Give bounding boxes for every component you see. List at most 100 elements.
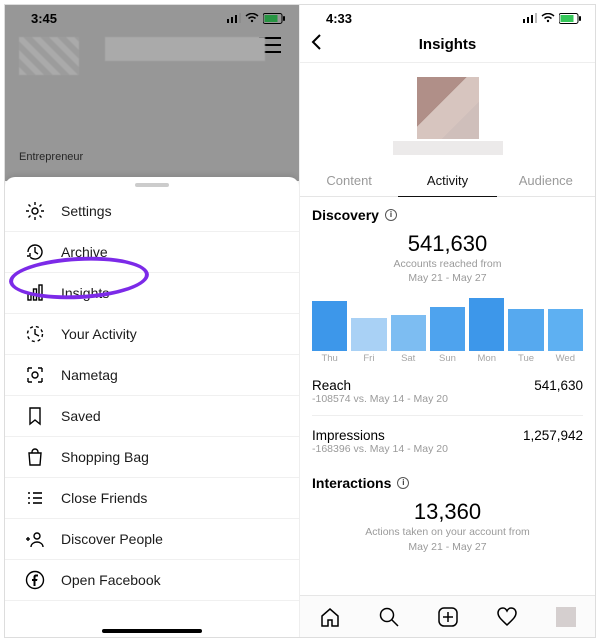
- menu-item-settings[interactable]: Settings: [5, 191, 299, 232]
- menu-item-label: Insights: [61, 285, 109, 301]
- interactions-header: Interactions i: [300, 465, 595, 495]
- battery-icon: [263, 13, 285, 24]
- menu-item-label: Your Activity: [61, 326, 137, 342]
- chart-bar-tue[interactable]: [508, 309, 543, 352]
- status-time: 4:33: [326, 11, 352, 26]
- chart-bar-thu[interactable]: [312, 301, 347, 351]
- chart-bar-sat[interactable]: [391, 315, 426, 351]
- add-person-icon: [25, 529, 45, 549]
- battery-icon: [559, 13, 581, 24]
- profile-name-blurred: [105, 37, 265, 61]
- clock-partial-icon: [25, 324, 45, 344]
- nav-profile[interactable]: [555, 606, 577, 628]
- home-indicator[interactable]: [102, 629, 202, 633]
- interactions-subtitle: Actions taken on your account fromMay 21…: [300, 525, 595, 553]
- impressions-row[interactable]: Impressions 1,257,942: [300, 420, 595, 443]
- tab-activity[interactable]: Activity: [398, 165, 496, 197]
- options-sheet: Settings Archive Insights Your Activity Name…: [5, 177, 299, 637]
- discovery-title: Discovery: [312, 207, 379, 223]
- status-icons: [227, 13, 285, 24]
- info-icon[interactable]: i: [397, 477, 409, 489]
- tab-content[interactable]: Content: [300, 165, 398, 197]
- menu-item-nametag[interactable]: Nametag: [5, 355, 299, 396]
- menu-item-close-friends[interactable]: Close Friends: [5, 478, 299, 519]
- menu-item-open-facebook[interactable]: Open Facebook: [5, 560, 299, 601]
- menu-item-label: Discover People: [61, 531, 163, 547]
- chart-bar-sun[interactable]: [430, 307, 465, 352]
- menu-item-label: Nametag: [61, 367, 118, 383]
- divider: [312, 415, 583, 416]
- bottom-nav: [300, 595, 595, 637]
- reach-row[interactable]: Reach 541,630: [300, 370, 595, 393]
- signal-icon: [227, 13, 241, 23]
- nav-search[interactable]: [378, 606, 400, 628]
- gear-icon: [25, 201, 45, 221]
- profile-menu-screen: 3:45 Entrepreneur Settings Archive Insight…: [5, 5, 300, 637]
- impressions-label: Impressions: [312, 428, 385, 443]
- menu-item-saved[interactable]: Saved: [5, 396, 299, 437]
- chart-bar-wed[interactable]: [548, 309, 583, 352]
- reach-label: Reach: [312, 378, 351, 393]
- status-bar-right: 4:33: [300, 5, 595, 27]
- facebook-icon: [25, 570, 45, 590]
- interactions-total: 13,360: [300, 499, 595, 525]
- menu-item-discover-people[interactable]: Discover People: [5, 519, 299, 560]
- sheet-grabber[interactable]: [135, 183, 169, 187]
- wifi-icon: [541, 13, 555, 23]
- chart-bar-mon[interactable]: [469, 298, 504, 351]
- discovery-subtitle: Accounts reached fromMay 21 - May 27: [300, 257, 595, 285]
- menu-item-insights[interactable]: Insights: [5, 273, 299, 314]
- nav-add[interactable]: [437, 606, 459, 628]
- profile-background: 3:45 Entrepreneur: [5, 5, 299, 181]
- chart-label: Mon: [469, 353, 504, 364]
- page-header: Insights: [300, 27, 595, 63]
- menu-item-label: Archive: [61, 244, 108, 260]
- discovery-header: Discovery i: [300, 197, 595, 227]
- status-icons: [523, 13, 581, 24]
- list-icon: [25, 488, 45, 508]
- signal-icon: [523, 13, 537, 23]
- chart-label: Fri: [351, 353, 386, 364]
- menu-item-label: Saved: [61, 408, 101, 424]
- discovery-bar-chart: [300, 285, 595, 353]
- chart-day-labels: ThuFriSatSunMonTueWed: [300, 353, 595, 370]
- tab-audience[interactable]: Audience: [497, 165, 595, 197]
- impressions-value: 1,257,942: [523, 428, 583, 443]
- profile-picture-blurred: [19, 37, 79, 75]
- bookmark-icon: [25, 406, 45, 426]
- reach-value: 541,630: [534, 378, 583, 393]
- chart-label: Tue: [508, 353, 543, 364]
- account-avatar-blurred: [417, 77, 479, 139]
- profile-thumb: [556, 607, 576, 627]
- reach-delta: -108574 vs. May 14 - May 20: [300, 393, 595, 411]
- chart-label: Thu: [312, 353, 347, 364]
- nav-activity[interactable]: [496, 606, 518, 628]
- insights-screen: 4:33 Insights Content Activity Audience …: [300, 5, 595, 637]
- nametag-icon: [25, 365, 45, 385]
- back-button[interactable]: [310, 33, 322, 56]
- search-icon: [378, 606, 400, 628]
- chevron-left-icon: [310, 33, 322, 51]
- home-icon: [319, 606, 341, 628]
- page-title: Insights: [322, 36, 573, 53]
- bio-category: Entrepreneur: [19, 151, 83, 163]
- heart-icon: [496, 606, 518, 628]
- menu-item-your-activity[interactable]: Your Activity: [5, 314, 299, 355]
- chart-bar-fri[interactable]: [351, 318, 386, 352]
- menu-item-label: Shopping Bag: [61, 449, 149, 465]
- menu-item-label: Close Friends: [61, 490, 147, 506]
- wifi-icon: [245, 13, 259, 23]
- impressions-delta: -168396 vs. May 14 - May 20: [300, 443, 595, 461]
- chart-label: Sat: [391, 353, 426, 364]
- menu-item-archive[interactable]: Archive: [5, 232, 299, 273]
- info-icon[interactable]: i: [385, 209, 397, 221]
- shopping-bag-icon: [25, 447, 45, 467]
- account-name-blurred: [393, 141, 503, 155]
- status-time: 3:45: [31, 11, 57, 26]
- menu-item-shopping-bag[interactable]: Shopping Bag: [5, 437, 299, 478]
- nav-home[interactable]: [319, 606, 341, 628]
- clock-history-icon: [25, 242, 45, 262]
- add-post-icon: [437, 606, 459, 628]
- menu-item-label: Settings: [61, 203, 112, 219]
- chart-label: Wed: [548, 353, 583, 364]
